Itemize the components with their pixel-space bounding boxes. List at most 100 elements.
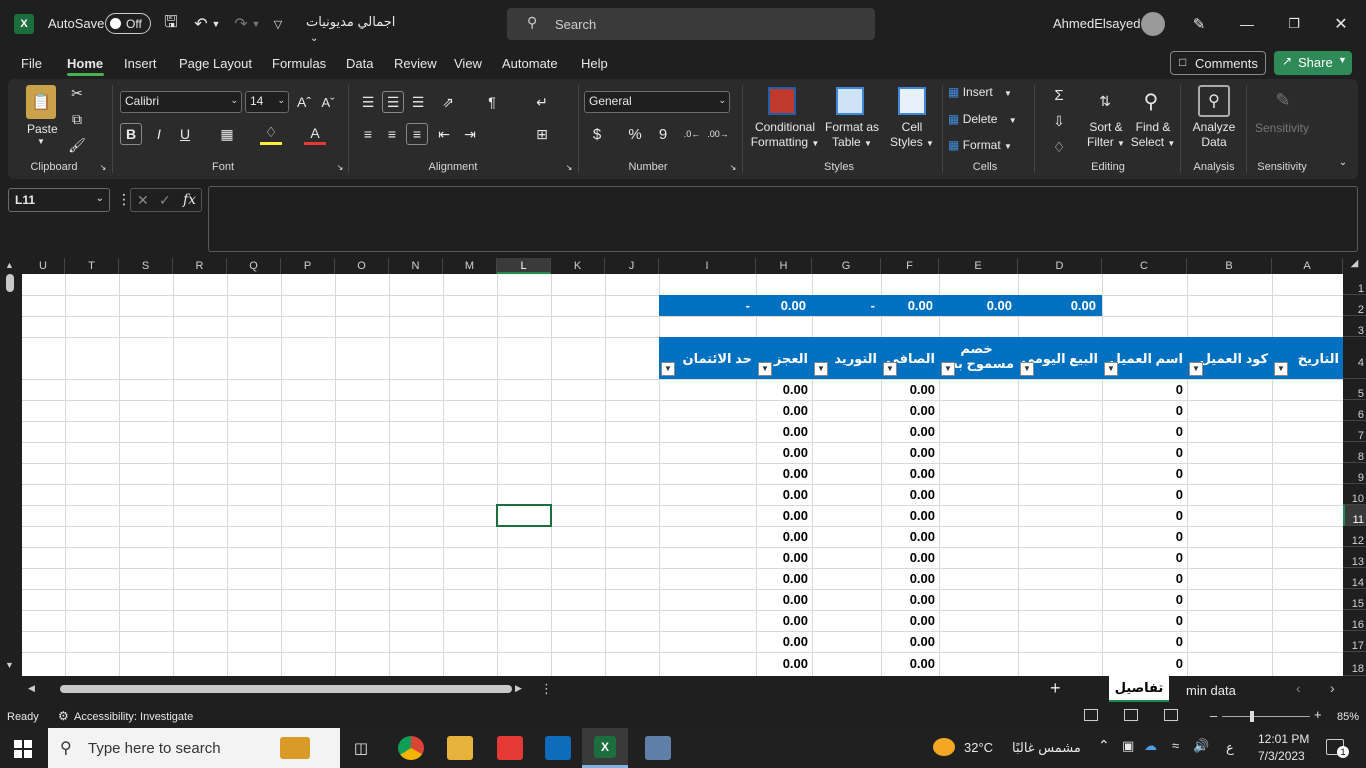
data-cell-c[interactable]: 0 [1102, 631, 1187, 652]
autosum-icon[interactable]: Σ [1044, 85, 1074, 105]
find-select-icon[interactable]: ⚲ [1136, 87, 1166, 115]
data-cell-c[interactable]: 0 [1102, 442, 1187, 463]
column-header-k[interactable]: K [551, 258, 605, 274]
scroll-right-icon[interactable]: ▶ [515, 683, 522, 694]
increase-decimal-icon[interactable]: .0← [682, 123, 702, 145]
format-painter-icon[interactable]: 🖌 [68, 136, 86, 154]
data-cell-c[interactable]: 0 [1102, 463, 1187, 484]
font-color-icon[interactable]: A [304, 123, 326, 145]
borders-icon[interactable]: ▦ [216, 123, 238, 145]
language-indicator[interactable]: ع [1226, 740, 1234, 756]
sort-filter-icon[interactable]: ⇅ [1090, 87, 1120, 115]
data-cell-h[interactable]: 0.00 [756, 652, 812, 676]
redo-dropdown-icon[interactable]: ▼ [251, 14, 261, 34]
zoom-level[interactable]: 85% [1337, 711, 1359, 723]
summary-cell-f[interactable]: 0.00 [881, 295, 939, 316]
paste-icon[interactable]: 📋 [26, 85, 56, 119]
italic-icon[interactable]: I [148, 123, 170, 145]
page-layout-view-icon[interactable] [1124, 709, 1138, 721]
row-header-1[interactable]: 1 [1343, 274, 1366, 295]
taskbar-search-box[interactable]: ⚲ Type here to search [48, 728, 340, 768]
merge-icon[interactable]: ⊞ [530, 123, 554, 145]
data-cell-h[interactable]: 0.00 [756, 526, 812, 547]
calculator-icon[interactable] [645, 736, 671, 760]
cell-styles-icon[interactable] [898, 87, 926, 115]
zoom-in-icon[interactable]: + [1314, 707, 1322, 722]
enter-icon[interactable]: ✓ [159, 192, 171, 209]
row-header-11[interactable]: 11 [1343, 505, 1366, 526]
conditional-formatting-icon[interactable] [768, 87, 796, 115]
decrease-decimal-icon[interactable]: .00→ [707, 123, 729, 145]
find-select-button[interactable]: Find & Select ▼ [1130, 120, 1176, 151]
column-header-h[interactable]: H [756, 258, 812, 274]
scroll-left-icon[interactable]: ◀ [28, 683, 35, 694]
data-cell-c[interactable]: 0 [1102, 547, 1187, 568]
rtl-icon[interactable]: ¶ [480, 91, 504, 113]
data-cell-h[interactable]: 0.00 [756, 610, 812, 631]
menu-page-layout[interactable]: Page Layout [179, 56, 252, 71]
align-middle-icon[interactable]: ☰ [382, 91, 404, 113]
more-options-icon[interactable]: ⋮ [117, 191, 131, 208]
minimize-icon[interactable]: — [1236, 13, 1258, 35]
column-header-e[interactable]: E [939, 258, 1018, 274]
horizontal-scrollbar-thumb[interactable] [60, 685, 512, 693]
page-break-view-icon[interactable] [1164, 709, 1178, 721]
delete-cells-button[interactable]: ▦ Delete ▼ [948, 112, 1028, 132]
menu-insert[interactable]: Insert [124, 56, 157, 71]
chevron-up-icon[interactable]: ⌃ [1098, 737, 1110, 754]
zoom-out-icon[interactable]: – [1210, 708, 1217, 723]
weather-temp[interactable]: 32°C [964, 740, 993, 755]
file-explorer-icon[interactable] [447, 736, 473, 760]
comments-button[interactable]: □ Comments [1170, 51, 1266, 75]
format-as-table-icon[interactable] [836, 87, 864, 115]
menu-help[interactable]: Help [581, 56, 608, 71]
close-icon[interactable]: ✕ [1330, 13, 1352, 35]
redo-icon[interactable]: ↷ [230, 13, 252, 35]
insert-cells-button[interactable]: ▦ Insert ▼ [948, 85, 1028, 105]
data-cell-h[interactable]: 0.00 [756, 589, 812, 610]
clock-time[interactable]: 12:01 PM [1258, 732, 1309, 746]
onedrive-icon[interactable]: ☁ [1144, 738, 1157, 754]
percent-icon[interactable]: % [626, 123, 644, 145]
column-header-b[interactable]: B [1187, 258, 1272, 274]
cell-area[interactable]: -0.00-0.00 0.00 0.00 حد الائتمان ▼ العجز ▼ التو… [22, 274, 1343, 676]
data-cell-h[interactable]: 0.00 [756, 631, 812, 652]
data-cell-f[interactable]: 0.00 [881, 589, 939, 610]
data-cell-f[interactable]: 0.00 [881, 526, 939, 547]
data-cell-c[interactable]: 0 [1102, 400, 1187, 421]
formula-input[interactable] [208, 186, 1358, 252]
align-bottom-icon[interactable]: ☰ [408, 91, 428, 113]
column-header-d[interactable]: D [1018, 258, 1102, 274]
data-cell-c[interactable]: 0 [1102, 379, 1187, 400]
align-right-icon[interactable]: ≡ [406, 123, 428, 145]
sort-filter-button[interactable]: Sort & Filter ▼ [1084, 120, 1128, 151]
anydesk-icon[interactable] [497, 736, 523, 760]
row-header-13[interactable]: 13 [1343, 547, 1366, 568]
data-cell-f[interactable]: 0.00 [881, 568, 939, 589]
chevron-down-icon[interactable]: ▼ [37, 137, 45, 146]
filter-dropdown-icon[interactable]: ▼ [758, 362, 772, 376]
data-cell-f[interactable]: 0.00 [881, 463, 939, 484]
column-header-l[interactable]: L [497, 258, 551, 274]
fill-icon[interactable]: ⇩ [1044, 111, 1074, 131]
data-cell-f[interactable]: 0.00 [881, 547, 939, 568]
add-sheet-button[interactable]: + [1050, 678, 1061, 699]
row-header-14[interactable]: 14 [1343, 568, 1366, 589]
filter-dropdown-icon[interactable]: ▼ [1020, 362, 1034, 376]
data-cell-c[interactable]: 0 [1102, 421, 1187, 442]
zoom-slider-thumb[interactable] [1250, 711, 1254, 722]
volume-icon[interactable]: 🔊 [1193, 738, 1209, 754]
column-header-p[interactable]: P [281, 258, 335, 274]
windows-start-icon[interactable] [14, 740, 32, 758]
clear-icon[interactable]: ♢ [1044, 137, 1074, 157]
column-header-m[interactable]: M [443, 258, 497, 274]
row-header-8[interactable]: 8 [1343, 442, 1366, 463]
decrease-font-icon[interactable]: Aˇ [318, 91, 338, 113]
column-header-s[interactable]: S [119, 258, 173, 274]
increase-font-icon[interactable]: Aˆ [294, 91, 314, 113]
underline-icon[interactable]: U [174, 123, 196, 145]
undo-icon[interactable]: ↶ [190, 13, 212, 35]
currency-icon[interactable]: $ [588, 123, 606, 145]
data-cell-c[interactable]: 0 [1102, 526, 1187, 547]
row-header-3[interactable]: 3 [1343, 316, 1366, 337]
